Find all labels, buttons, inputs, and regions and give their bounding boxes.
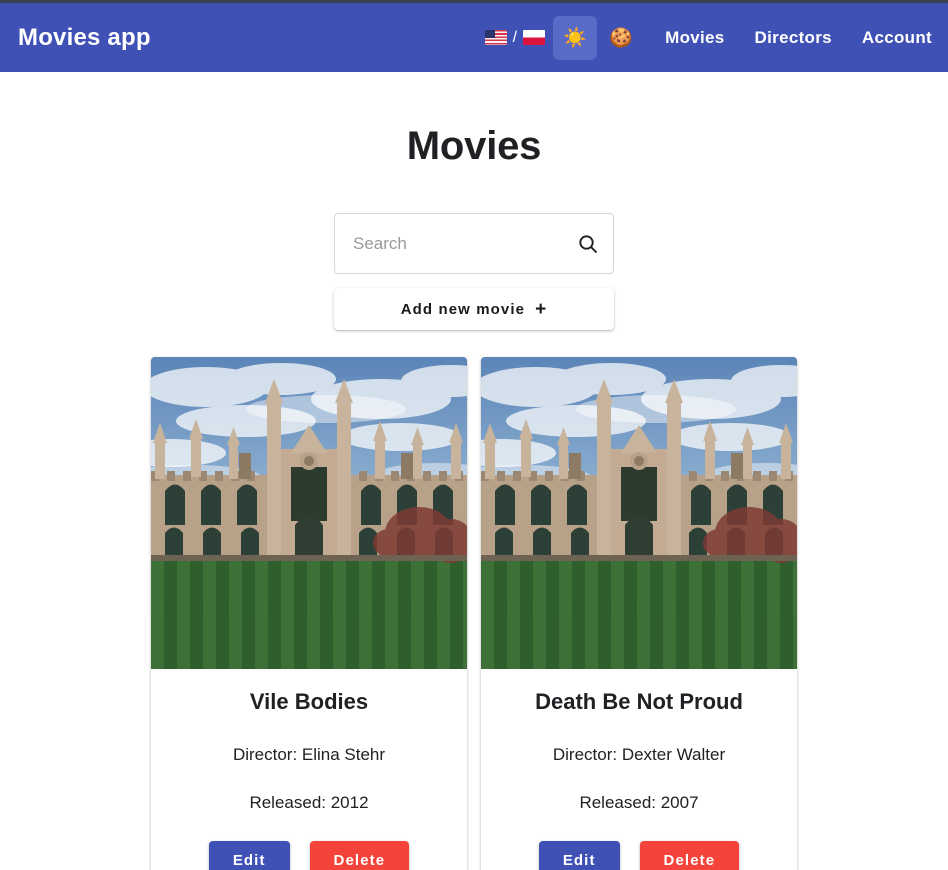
poland-flag-icon[interactable] — [523, 30, 546, 45]
add-new-movie-label: Add new movie — [400, 300, 526, 318]
language-separator: / — [512, 28, 518, 46]
movie-director: Director: Elina Stehr — [232, 745, 386, 764]
page-title: Movies — [406, 124, 542, 168]
gothic-college-building-illustration — [481, 357, 797, 669]
navbar-right-group: / ☀️ 🍪 Movies Directors Account — [479, 15, 932, 60]
nav-link-account[interactable]: Account — [862, 28, 932, 48]
delete-button[interactable]: Delete — [639, 841, 740, 870]
movie-card[interactable]: Vile Bodies Director: Elina Stehr Releas… — [151, 357, 467, 870]
movie-card-body: Vile Bodies Director: Elina Stehr Releas… — [151, 669, 467, 870]
gothic-college-building-illustration — [151, 357, 467, 669]
movie-released: Released: 2012 — [249, 793, 369, 812]
nav-link-directors[interactable]: Directors — [755, 28, 832, 48]
add-movie-section: Add new movie + — [334, 288, 614, 330]
nav-links: Movies Directors Account — [665, 28, 932, 48]
movie-title: Vile Bodies — [249, 689, 369, 714]
us-flag-icon[interactable] — [484, 30, 507, 45]
sun-icon: ☀️ — [563, 27, 587, 49]
cookie-consent-button[interactable]: 🍪 — [599, 16, 643, 60]
plus-icon: + — [535, 298, 548, 320]
delete-button[interactable]: Delete — [309, 841, 410, 870]
movie-card-list: Vile Bodies Director: Elina Stehr Releas… — [0, 357, 948, 870]
app-brand[interactable]: Movies app — [18, 24, 151, 52]
movie-poster — [481, 357, 797, 669]
search-input[interactable] — [351, 232, 576, 255]
edit-button[interactable]: Edit — [538, 841, 620, 870]
movie-card-actions: Edit Delete — [493, 841, 785, 870]
search-icon[interactable] — [576, 232, 600, 256]
nav-link-movies[interactable]: Movies — [665, 28, 724, 48]
main-content: Movies Add new movie + — [0, 124, 948, 870]
movie-released: Released: 2007 — [579, 793, 699, 812]
movie-card-actions: Edit Delete — [163, 841, 455, 870]
cookie-icon: 🍪 — [609, 27, 633, 49]
movie-title: Death Be Not Proud — [535, 689, 743, 714]
edit-button[interactable]: Edit — [208, 841, 290, 870]
navbar: Movies app / ☀️ 🍪 Movies Directors Accou… — [0, 3, 948, 72]
add-new-movie-button[interactable]: Add new movie + — [334, 288, 614, 330]
search-box[interactable] — [334, 213, 614, 274]
movie-card-body: Death Be Not Proud Director: Dexter Walt… — [481, 669, 797, 870]
movie-director: Director: Dexter Walter — [552, 745, 726, 764]
movie-card[interactable]: Death Be Not Proud Director: Dexter Walt… — [481, 357, 797, 870]
theme-toggle-button[interactable]: ☀️ — [553, 15, 598, 60]
movie-poster — [151, 357, 467, 669]
search-section — [334, 213, 614, 274]
language-switcher[interactable]: / — [479, 29, 551, 47]
